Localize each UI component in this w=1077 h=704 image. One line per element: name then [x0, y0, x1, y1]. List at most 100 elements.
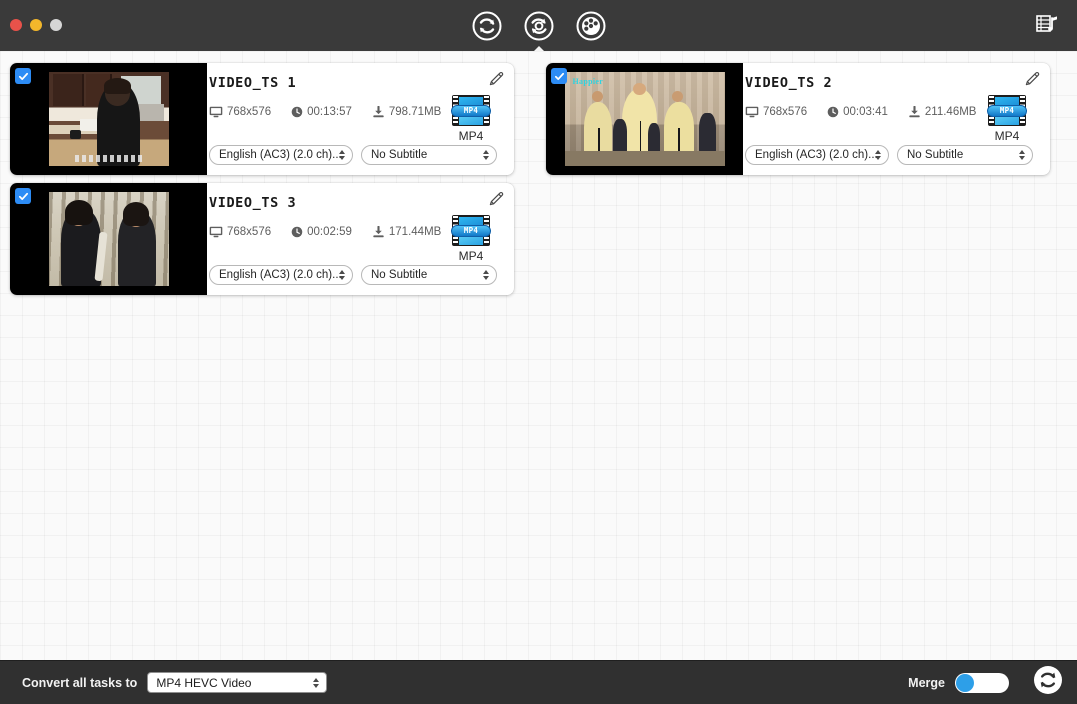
video-thumbnail: Happier [564, 72, 725, 166]
task-checkbox[interactable] [551, 68, 567, 84]
disc-ripper-icon [523, 10, 555, 42]
task-title: VIDEO_TS 3 [209, 195, 297, 211]
format-pill: MP4 [987, 104, 1027, 117]
edit-button[interactable] [487, 190, 505, 208]
stepper-arrows-icon [482, 148, 490, 162]
format-label: MP4 [458, 249, 484, 263]
thumbnail-watermark: Happier [572, 76, 604, 86]
check-icon [554, 72, 564, 80]
thumbnail-container[interactable]: Happier [546, 63, 743, 175]
size-value: 211.46MB [924, 105, 977, 118]
start-convert-button[interactable] [1031, 666, 1065, 700]
task-card-grid: VIDEO_TS 1 768x576 00:13:57 798.71MB MP4… [0, 59, 1077, 299]
subtitle-track-value: No Subtitle [907, 149, 964, 161]
format-label: MP4 [994, 129, 1020, 143]
resolution-value: 768x576 [763, 105, 808, 118]
clock-icon [291, 106, 303, 118]
pencil-icon [489, 191, 504, 206]
output-format-value: MP4 HEVC Video [156, 675, 252, 690]
download-icon [908, 106, 921, 118]
audio-track-select[interactable]: English (AC3) (2.0 ch)... [745, 145, 889, 165]
size-value: 798.71MB [388, 105, 442, 118]
format-pill-label: MP4 [463, 225, 479, 235]
stepper-arrows-icon [874, 148, 882, 162]
merge-label: Merge [908, 675, 945, 690]
duration-meta: 00:02:59 [291, 226, 352, 239]
convert-arrows-icon [471, 10, 503, 42]
stepper-arrows-icon [338, 148, 346, 162]
toolbar-item-ripper[interactable] [520, 7, 558, 45]
task-card[interactable]: Happier VIDEO_TS 2 768x576 00:03:41 211.… [546, 63, 1050, 175]
media-toolbox-button[interactable] [1033, 12, 1063, 40]
subtitle-track-select[interactable]: No Subtitle [361, 265, 497, 285]
task-title: VIDEO_TS 2 [745, 75, 833, 91]
resolution-meta: 768x576 [745, 106, 807, 119]
convert-all-label: Convert all tasks to [22, 675, 138, 690]
toolbar-item-downloader[interactable] [572, 7, 610, 45]
edit-button[interactable] [1023, 70, 1041, 88]
toolbar-item-convert[interactable] [468, 7, 506, 45]
task-title: VIDEO_TS 1 [209, 75, 297, 91]
resolution-meta: 768x576 [209, 106, 271, 119]
bottom-bar: Convert all tasks to MP4 HEVC Video Merg… [0, 660, 1077, 704]
output-format-button[interactable]: MP4 MP4 [442, 215, 500, 262]
monitor-icon [209, 226, 223, 238]
track-selectors: English (AC3) (2.0 ch)... No Subtitle [209, 265, 500, 285]
track-selectors: English (AC3) (2.0 ch)... No Subtitle [209, 145, 500, 165]
duration-meta: 00:03:41 [827, 106, 888, 119]
clock-icon [827, 106, 839, 118]
pencil-icon [489, 71, 504, 86]
convert-circle-icon [1032, 664, 1064, 701]
merge-toggle-knob [956, 673, 974, 692]
stepper-arrows-icon [312, 676, 320, 690]
duration-value: 00:13:57 [307, 105, 352, 118]
resolution-value: 768x576 [227, 105, 272, 118]
task-list-area[interactable]: VIDEO_TS 1 768x576 00:13:57 798.71MB MP4… [0, 51, 1077, 660]
merge-toggle[interactable] [955, 672, 1009, 693]
subtitle-track-select[interactable]: No Subtitle [897, 145, 1033, 165]
duration-value: 00:03:41 [843, 105, 888, 118]
thumbnail-container[interactable] [10, 63, 207, 175]
film-reel-download-icon [575, 10, 607, 42]
track-selectors: English (AC3) (2.0 ch)... No Subtitle [745, 145, 1036, 165]
task-card[interactable]: VIDEO_TS 3 768x576 00:02:59 171.44MB MP4… [10, 183, 514, 295]
output-format-select[interactable]: MP4 HEVC Video [147, 672, 328, 693]
check-icon [18, 192, 28, 200]
format-pill: MP4 [451, 224, 491, 237]
download-icon [372, 106, 385, 118]
size-meta: 798.71MB [372, 106, 441, 119]
audio-track-value: English (AC3) (2.0 ch)... [219, 269, 342, 281]
resolution-value: 768x576 [227, 225, 272, 238]
audio-track-value: English (AC3) (2.0 ch)... [219, 149, 342, 161]
size-value: 171.44MB [388, 225, 442, 238]
subtitle-track-select[interactable]: No Subtitle [361, 145, 497, 165]
subtitle-track-value: No Subtitle [371, 149, 428, 161]
monitor-icon [209, 106, 223, 118]
task-card[interactable]: VIDEO_TS 1 768x576 00:13:57 798.71MB MP4… [10, 63, 514, 175]
task-checkbox[interactable] [15, 188, 31, 204]
task-checkbox[interactable] [15, 68, 31, 84]
format-label: MP4 [458, 129, 484, 143]
task-details: VIDEO_TS 1 768x576 00:13:57 798.71MB MP4… [207, 63, 514, 175]
film-strip-icon: MP4 [451, 95, 491, 126]
film-strip-icon: MP4 [987, 95, 1027, 126]
title-bar [0, 0, 1077, 51]
task-details: VIDEO_TS 3 768x576 00:02:59 171.44MB MP4… [207, 183, 514, 295]
format-pill: MP4 [451, 104, 491, 117]
main-toolbar [0, 0, 1077, 51]
pencil-icon [1025, 71, 1040, 86]
task-details: VIDEO_TS 2 768x576 00:03:41 211.46MB MP4… [743, 63, 1050, 175]
stepper-arrows-icon [1018, 148, 1026, 162]
edit-button[interactable] [487, 70, 505, 88]
download-icon [372, 226, 385, 238]
resolution-meta: 768x576 [209, 226, 271, 239]
audio-track-value: English (AC3) (2.0 ch)... [755, 149, 878, 161]
audio-track-select[interactable]: English (AC3) (2.0 ch)... [209, 145, 353, 165]
output-format-button[interactable]: MP4 MP4 [442, 95, 500, 142]
stepper-arrows-icon [338, 268, 346, 282]
output-format-button[interactable]: MP4 MP4 [978, 95, 1036, 142]
audio-track-select[interactable]: English (AC3) (2.0 ch)... [209, 265, 353, 285]
size-meta: 171.44MB [372, 226, 441, 239]
stepper-arrows-icon [482, 268, 490, 282]
thumbnail-container[interactable] [10, 183, 207, 295]
